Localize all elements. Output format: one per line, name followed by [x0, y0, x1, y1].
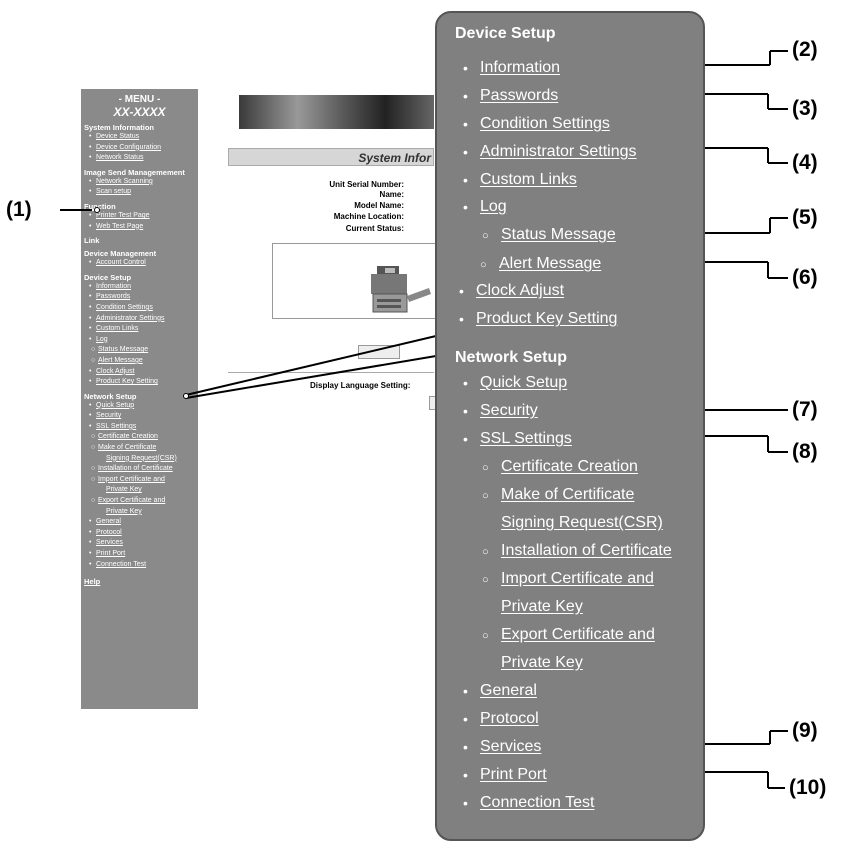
bullet-icon: • [463, 431, 468, 447]
link-make-of-certificate-cont[interactable]: Signing Request(CSR) [501, 513, 663, 533]
link-alert-message[interactable]: ○ Alert Message [480, 254, 601, 274]
circle-bullet-icon: ○ [482, 230, 489, 242]
link-make-of-certificate[interactable]: ○ Make of Certificate [482, 485, 634, 505]
circle-bullet-icon: ○ [482, 490, 489, 502]
link-log[interactable]: • Log [463, 197, 507, 217]
link-product-key-setting[interactable]: • Product Key Setting [459, 309, 617, 329]
circle-bullet-icon: ○ [482, 546, 489, 558]
callout-10: (10) [789, 776, 827, 799]
network-setup-heading: Network Setup [455, 349, 568, 366]
link-ssl-settings[interactable]: • SSL Settings [463, 429, 572, 449]
link-clock-adjust[interactable]: • Clock Adjust [459, 281, 564, 301]
bullet-icon: • [459, 283, 464, 299]
link-general[interactable]: • General [463, 681, 537, 701]
circle-bullet-icon: ○ [482, 630, 489, 642]
callout-3: (3) [792, 97, 818, 120]
device-setup-heading: Device Setup [455, 25, 556, 42]
link-installation-of-certificate[interactable]: ○ Installation of Certificate [482, 541, 672, 561]
callout-6: (6) [792, 266, 818, 289]
link-connection-test[interactable]: • Connection Test [463, 793, 594, 813]
bullet-icon: • [463, 375, 468, 391]
bullet-icon: • [463, 795, 468, 811]
circle-bullet-icon: ○ [482, 462, 489, 474]
callout-5: (5) [792, 206, 818, 229]
bullet-icon: • [463, 739, 468, 755]
link-condition-settings[interactable]: • Condition Settings [463, 114, 610, 134]
link-certificate-creation[interactable]: ○ Certificate Creation [482, 457, 638, 477]
link-quick-setup[interactable]: • Quick Setup [463, 373, 567, 393]
callout-1: (1) [6, 198, 32, 221]
bullet-icon: • [463, 767, 468, 783]
link-export-certificate[interactable]: ○ Export Certificate and [482, 625, 655, 645]
link-information[interactable]: • Information [463, 58, 560, 78]
bullet-icon: • [463, 403, 468, 419]
link-security[interactable]: • Security [463, 401, 538, 421]
bullet-icon: • [459, 311, 464, 327]
bullet-icon: • [463, 60, 468, 76]
bullet-icon: • [463, 683, 468, 699]
callout-4: (4) [792, 151, 818, 174]
link-import-certificate-cont[interactable]: Private Key [501, 597, 583, 617]
link-custom-links[interactable]: • Custom Links [463, 170, 577, 190]
bullet-icon: • [463, 711, 468, 727]
bullet-icon: • [463, 144, 468, 160]
callout-8: (8) [792, 440, 818, 463]
link-services[interactable]: • Services [463, 737, 541, 757]
callout-7: (7) [792, 398, 818, 421]
bullet-icon: • [463, 116, 468, 132]
link-administrator-settings[interactable]: • Administrator Settings [463, 142, 637, 162]
circle-bullet-icon: ○ [482, 574, 489, 586]
link-protocol[interactable]: • Protocol [463, 709, 539, 729]
link-status-message[interactable]: ○ Status Message [482, 225, 616, 245]
callout-2: (2) [792, 38, 818, 61]
link-export-certificate-cont[interactable]: Private Key [501, 653, 583, 673]
circle-bullet-icon: ○ [480, 259, 487, 271]
bullet-icon: • [463, 172, 468, 188]
link-import-certificate[interactable]: ○ Import Certificate and [482, 569, 654, 589]
bullet-icon: • [463, 199, 468, 215]
callout-lines [60, 50, 788, 789]
link-passwords[interactable]: • Passwords [463, 86, 558, 106]
zoom-panel: Device Setup • Information • Passwords • Co… [435, 11, 705, 841]
link-print-port[interactable]: • Print Port [463, 765, 547, 785]
callout-9: (9) [792, 719, 818, 742]
bullet-icon: • [463, 88, 468, 104]
